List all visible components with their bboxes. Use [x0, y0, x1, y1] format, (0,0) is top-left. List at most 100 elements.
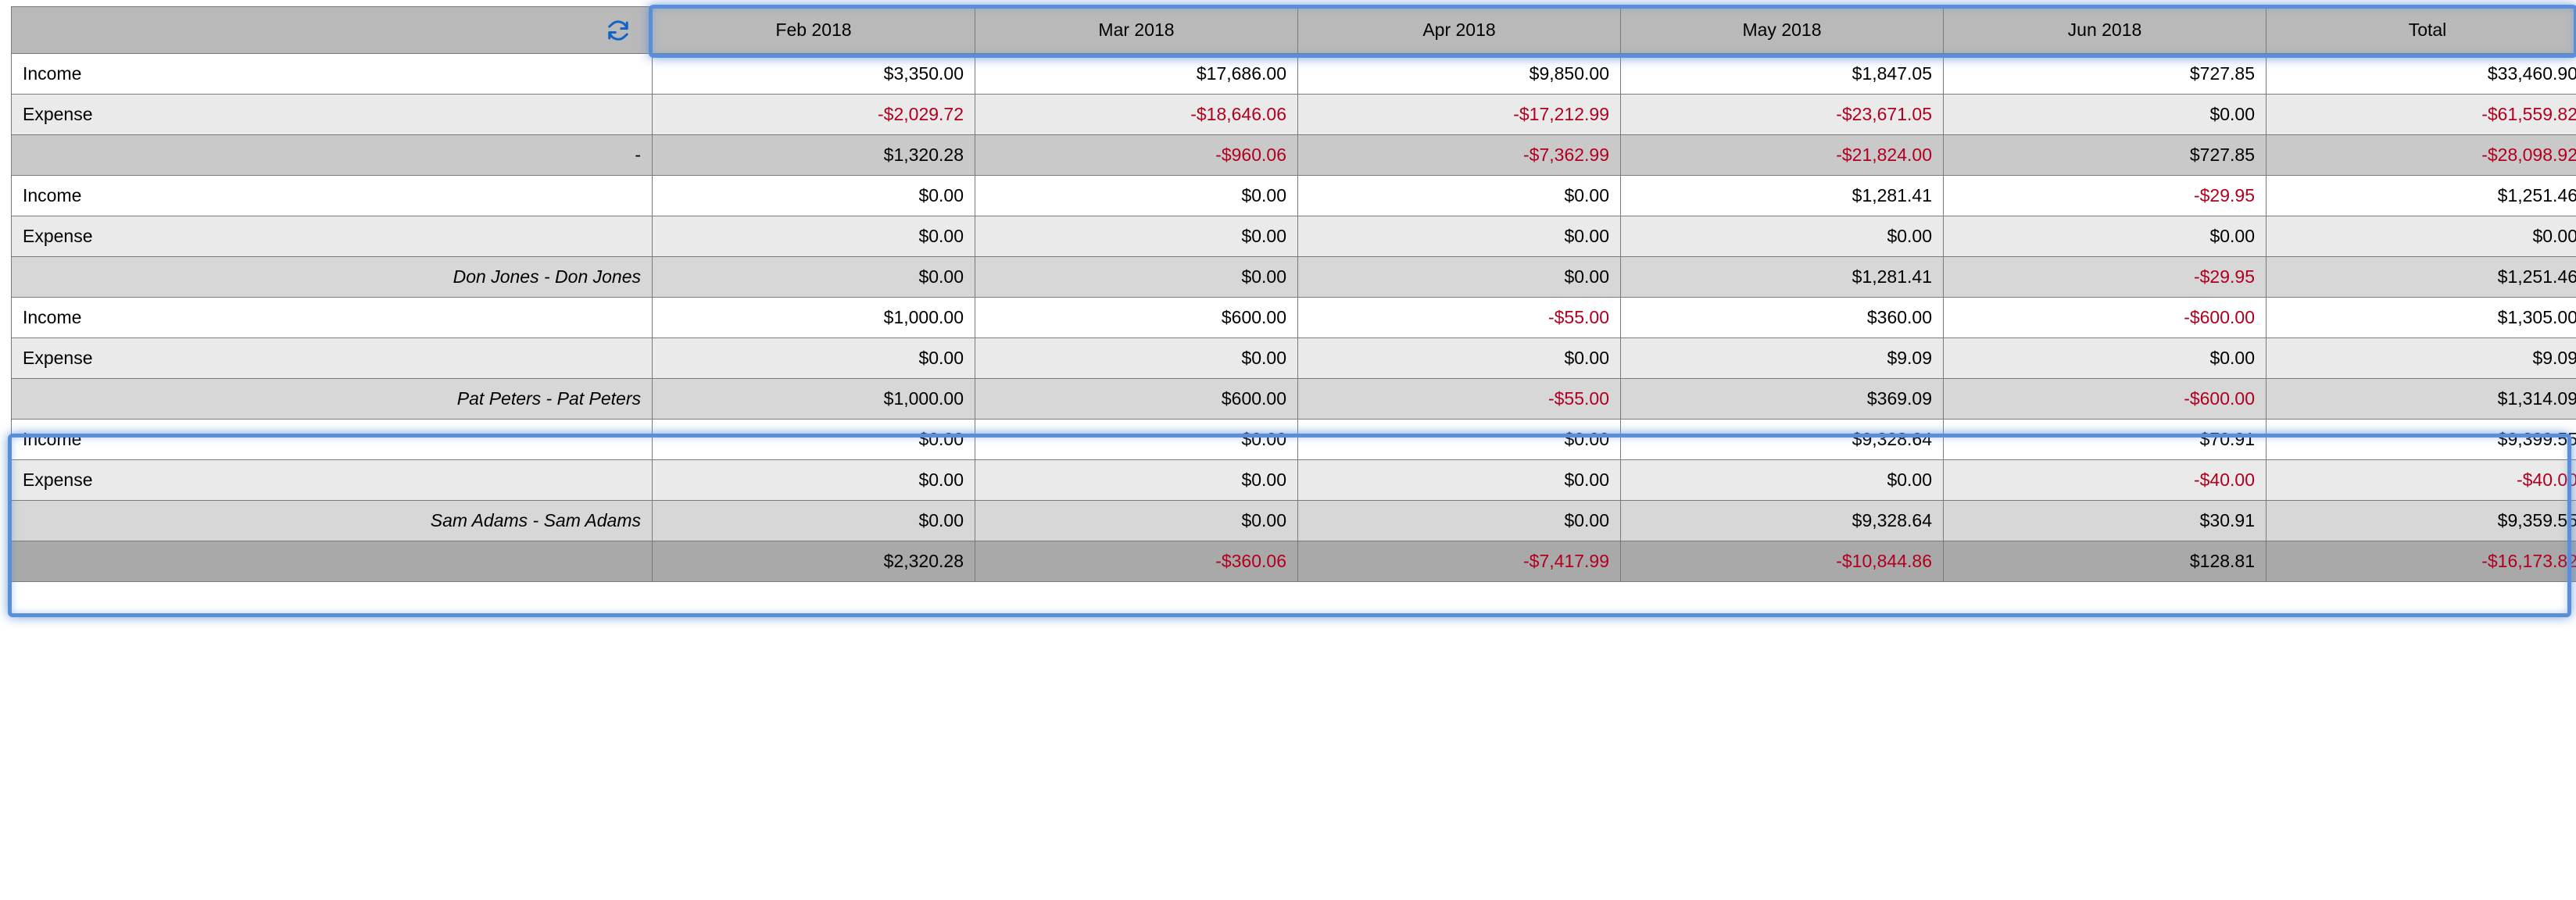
value-cell: -$10,844.86 — [1621, 541, 1944, 582]
table-row: Don Jones - Don Jones$0.00$0.00$0.00$1,2… — [12, 257, 2576, 298]
value-cell: -$18,646.06 — [975, 95, 1298, 135]
value-cell: $0.00 — [653, 420, 975, 460]
value-cell: -$55.00 — [1298, 298, 1621, 338]
value-cell: -$40.00 — [2267, 460, 2576, 501]
value-cell: $3,350.00 — [653, 54, 975, 95]
value-cell: $0.00 — [653, 338, 975, 379]
value-cell: $0.00 — [975, 338, 1298, 379]
value-cell: $0.00 — [1298, 338, 1621, 379]
value-cell: -$600.00 — [1944, 298, 2267, 338]
value-cell: $360.00 — [1621, 298, 1944, 338]
value-cell: $369.09 — [1621, 379, 1944, 420]
row-label: - — [12, 135, 653, 176]
value-cell: -$61,559.82 — [2267, 95, 2576, 135]
value-cell: $0.00 — [1621, 216, 1944, 257]
value-cell: $0.00 — [1298, 501, 1621, 541]
value-cell: $9,328.64 — [1621, 501, 1944, 541]
value-cell: -$29.95 — [1944, 257, 2267, 298]
value-cell: $70.91 — [1944, 420, 2267, 460]
value-cell: $600.00 — [975, 379, 1298, 420]
value-cell: $0.00 — [975, 501, 1298, 541]
table-row: Income$1,000.00$600.00-$55.00$360.00-$60… — [12, 298, 2576, 338]
column-header[interactable]: Total — [2267, 7, 2576, 54]
row-label: Don Jones - Don Jones — [12, 257, 653, 298]
value-cell: $0.00 — [975, 176, 1298, 216]
table-row: Expense-$2,029.72-$18,646.06-$17,212.99-… — [12, 95, 2576, 135]
table-row: Pat Peters - Pat Peters$1,000.00$600.00-… — [12, 379, 2576, 420]
row-label: Sam Adams - Sam Adams — [12, 501, 653, 541]
value-cell: $0.00 — [975, 460, 1298, 501]
value-cell: $9,359.55 — [2267, 501, 2576, 541]
value-cell: $0.00 — [1944, 338, 2267, 379]
value-cell: $1,251.46 — [2267, 257, 2576, 298]
table-row: Income$0.00$0.00$0.00$9,328.64$70.91$9,3… — [12, 420, 2576, 460]
table-row: Expense$0.00$0.00$0.00$0.00-$40.00-$40.0… — [12, 460, 2576, 501]
value-cell: $0.00 — [1621, 460, 1944, 501]
table-row: Expense$0.00$0.00$0.00$9.09$0.00$9.09 — [12, 338, 2576, 379]
value-cell: $30.91 — [1944, 501, 2267, 541]
value-cell: $727.85 — [1944, 54, 2267, 95]
value-cell: -$7,417.99 — [1298, 541, 1621, 582]
row-label: Income — [12, 298, 653, 338]
value-cell: $1,281.41 — [1621, 257, 1944, 298]
value-cell: $1,314.09 — [2267, 379, 2576, 420]
row-label-header — [12, 7, 653, 54]
row-label: Expense — [12, 338, 653, 379]
row-label: Expense — [12, 216, 653, 257]
row-label: Pat Peters - Pat Peters — [12, 379, 653, 420]
row-label: Income — [12, 54, 653, 95]
value-cell: $9,399.55 — [2267, 420, 2576, 460]
table-row: Income$3,350.00$17,686.00$9,850.00$1,847… — [12, 54, 2576, 95]
value-cell: $33,460.90 — [2267, 54, 2576, 95]
value-cell: -$360.06 — [975, 541, 1298, 582]
value-cell: $0.00 — [653, 216, 975, 257]
value-cell: -$55.00 — [1298, 379, 1621, 420]
value-cell: -$2,029.72 — [653, 95, 975, 135]
value-cell: $9,850.00 — [1298, 54, 1621, 95]
value-cell: $128.81 — [1944, 541, 2267, 582]
refresh-icon[interactable] — [606, 19, 630, 42]
value-cell: $17,686.00 — [975, 54, 1298, 95]
column-header[interactable]: Feb 2018 — [653, 7, 975, 54]
value-cell: $0.00 — [1298, 460, 1621, 501]
value-cell: $0.00 — [1298, 216, 1621, 257]
value-cell: $0.00 — [1298, 420, 1621, 460]
value-cell: $0.00 — [975, 257, 1298, 298]
table-row: $2,320.28-$360.06-$7,417.99-$10,844.86$1… — [12, 541, 2576, 582]
value-cell: $0.00 — [975, 420, 1298, 460]
column-header[interactable]: May 2018 — [1621, 7, 1944, 54]
value-cell: $0.00 — [653, 257, 975, 298]
value-cell: -$21,824.00 — [1621, 135, 1944, 176]
table-row: Income$0.00$0.00$0.00$1,281.41-$29.95$1,… — [12, 176, 2576, 216]
value-cell: $0.00 — [1298, 176, 1621, 216]
value-cell: -$29.95 — [1944, 176, 2267, 216]
row-label — [12, 541, 653, 582]
value-cell: -$23,671.05 — [1621, 95, 1944, 135]
value-cell: $0.00 — [653, 176, 975, 216]
row-label: Expense — [12, 95, 653, 135]
table-row: Expense$0.00$0.00$0.00$0.00$0.00$0.00 — [12, 216, 2576, 257]
value-cell: $9.09 — [2267, 338, 2576, 379]
table-row: -$1,320.28-$960.06-$7,362.99-$21,824.00$… — [12, 135, 2576, 176]
financial-report-table: Feb 2018 Mar 2018 Apr 2018 May 2018 Jun … — [11, 6, 2576, 582]
value-cell: $1,000.00 — [653, 379, 975, 420]
value-cell: -$960.06 — [975, 135, 1298, 176]
table-row: Sam Adams - Sam Adams$0.00$0.00$0.00$9,3… — [12, 501, 2576, 541]
value-cell: -$40.00 — [1944, 460, 2267, 501]
column-header[interactable]: Jun 2018 — [1944, 7, 2267, 54]
value-cell: $0.00 — [1944, 216, 2267, 257]
column-header[interactable]: Apr 2018 — [1298, 7, 1621, 54]
row-label: Expense — [12, 460, 653, 501]
value-cell: -$16,173.82 — [2267, 541, 2576, 582]
value-cell: -$7,362.99 — [1298, 135, 1621, 176]
value-cell: $1,281.41 — [1621, 176, 1944, 216]
row-label: Income — [12, 420, 653, 460]
column-header[interactable]: Mar 2018 — [975, 7, 1298, 54]
value-cell: $0.00 — [975, 216, 1298, 257]
value-cell: $600.00 — [975, 298, 1298, 338]
value-cell: $1,847.05 — [1621, 54, 1944, 95]
value-cell: -$17,212.99 — [1298, 95, 1621, 135]
table-header-row: Feb 2018 Mar 2018 Apr 2018 May 2018 Jun … — [12, 7, 2576, 54]
value-cell: $0.00 — [1944, 95, 2267, 135]
value-cell: $727.85 — [1944, 135, 2267, 176]
